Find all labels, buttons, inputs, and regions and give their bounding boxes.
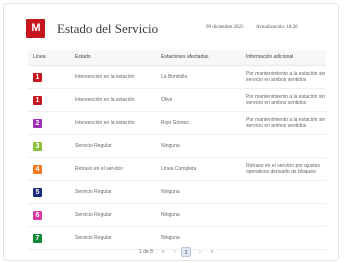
estaciones-cell: Olivo [161, 97, 173, 103]
line-cell: 6 [33, 204, 42, 226]
line-badge-icon: 2 [33, 118, 42, 128]
line-cell: 4 [33, 158, 42, 180]
info-cell [246, 204, 328, 226]
estado-cell: Intervención en la estación [75, 74, 135, 80]
line-badge-icon: 3 [33, 141, 42, 151]
estado-cell: Retraso en el servicio [75, 166, 124, 172]
info-cell: Por mantenimiento a la estación sin serv… [246, 94, 326, 106]
estaciones-cell: Rojo Gómez [161, 120, 189, 126]
line-cell: 1 [33, 66, 42, 88]
page-1-button[interactable]: 1 [181, 247, 191, 257]
estaciones-cell: Ninguna [161, 235, 180, 241]
column-header-estaciones: Estaciones afectadas [161, 54, 209, 60]
status-table: Línea Estado Estaciones afectadas Inform… [28, 50, 326, 250]
info-cell: Por mantenimiento a la estación sin serv… [246, 71, 326, 83]
line-cell: 7 [33, 227, 42, 249]
info-cell: Por mantenimiento a la estación sin serv… [246, 117, 326, 129]
line-badge-icon: 1 [33, 72, 42, 82]
estado-cell: Servicio Regular [75, 212, 112, 218]
line-badge-icon: 5 [33, 187, 42, 197]
estado-cell: Servicio Regular [75, 189, 112, 195]
first-page-button[interactable]: « [158, 247, 168, 257]
column-header-linea: Línea [33, 54, 46, 60]
estaciones-cell: Línea Completa [161, 166, 197, 172]
table-row: 5 Servicio Regular Ninguna [28, 181, 326, 204]
table-body: 1 Intervención en la estación La Bombilla P… [28, 66, 326, 250]
line-badge-icon: 4 [33, 164, 42, 174]
table-row: 2 Intervención en la estación Rojo Gómez Po… [28, 112, 326, 135]
header: M Estado del Servicio 09 diciembre 2025 … [4, 4, 338, 44]
next-page-button[interactable]: › [195, 247, 205, 257]
estaciones-cell: Ninguna [161, 143, 180, 149]
table-row: 6 Servicio Regular Ninguna [28, 204, 326, 227]
info-cell [246, 227, 328, 249]
line-badge-icon: 7 [33, 233, 42, 243]
line-badge-icon: 1 [33, 95, 42, 105]
table-header: Línea Estado Estaciones afectadas Inform… [28, 50, 326, 66]
info-cell [246, 181, 328, 203]
estado-cell: Servicio Regular [75, 143, 112, 149]
page-info: 1 de 8 [139, 249, 153, 255]
estado-cell: Servicio Regular [75, 235, 112, 241]
table-row: 1 Intervención en la estación La Bombilla P… [28, 66, 326, 89]
info-cell [246, 135, 328, 157]
table-row: 1 Intervención en la estación Olivo Por man… [28, 89, 326, 112]
status-panel: M Estado del Servicio 09 diciembre 2025 … [3, 3, 339, 261]
line-cell: 2 [33, 112, 42, 134]
estaciones-cell: Ninguna [161, 212, 180, 218]
page-title: Estado del Servicio [57, 21, 159, 36]
estaciones-cell: La Bombilla [161, 74, 188, 80]
line-cell: 5 [33, 181, 42, 203]
last-page-button[interactable]: » [207, 247, 217, 257]
line-cell: 3 [33, 135, 42, 157]
column-header-informacion: Información adicional [246, 54, 294, 60]
logo-text: M [31, 22, 40, 34]
line-badge-icon: 6 [33, 210, 42, 220]
table-row: 3 Servicio Regular Ninguna [28, 135, 326, 158]
estaciones-cell: Ninguna [161, 189, 180, 195]
pagination: 1 de 8 « ‹ 1 › » [4, 247, 338, 257]
prev-page-button[interactable]: ‹ [170, 247, 180, 257]
info-cell: Retraso en el servicio por ajustes opera… [246, 163, 320, 175]
date-label: 09 diciembre 2025 [206, 25, 244, 30]
table-row: 4 Retraso en el servicio Línea Completa Ret… [28, 158, 326, 181]
metro-logo: M [26, 19, 45, 38]
estado-cell: Intervención en la estación [75, 97, 135, 103]
line-cell: 1 [33, 89, 42, 111]
column-header-estado: Estado [75, 54, 91, 60]
estado-cell: Intervención en la estación [75, 120, 135, 126]
update-time-label: Actualización: 18:26 [256, 25, 298, 30]
